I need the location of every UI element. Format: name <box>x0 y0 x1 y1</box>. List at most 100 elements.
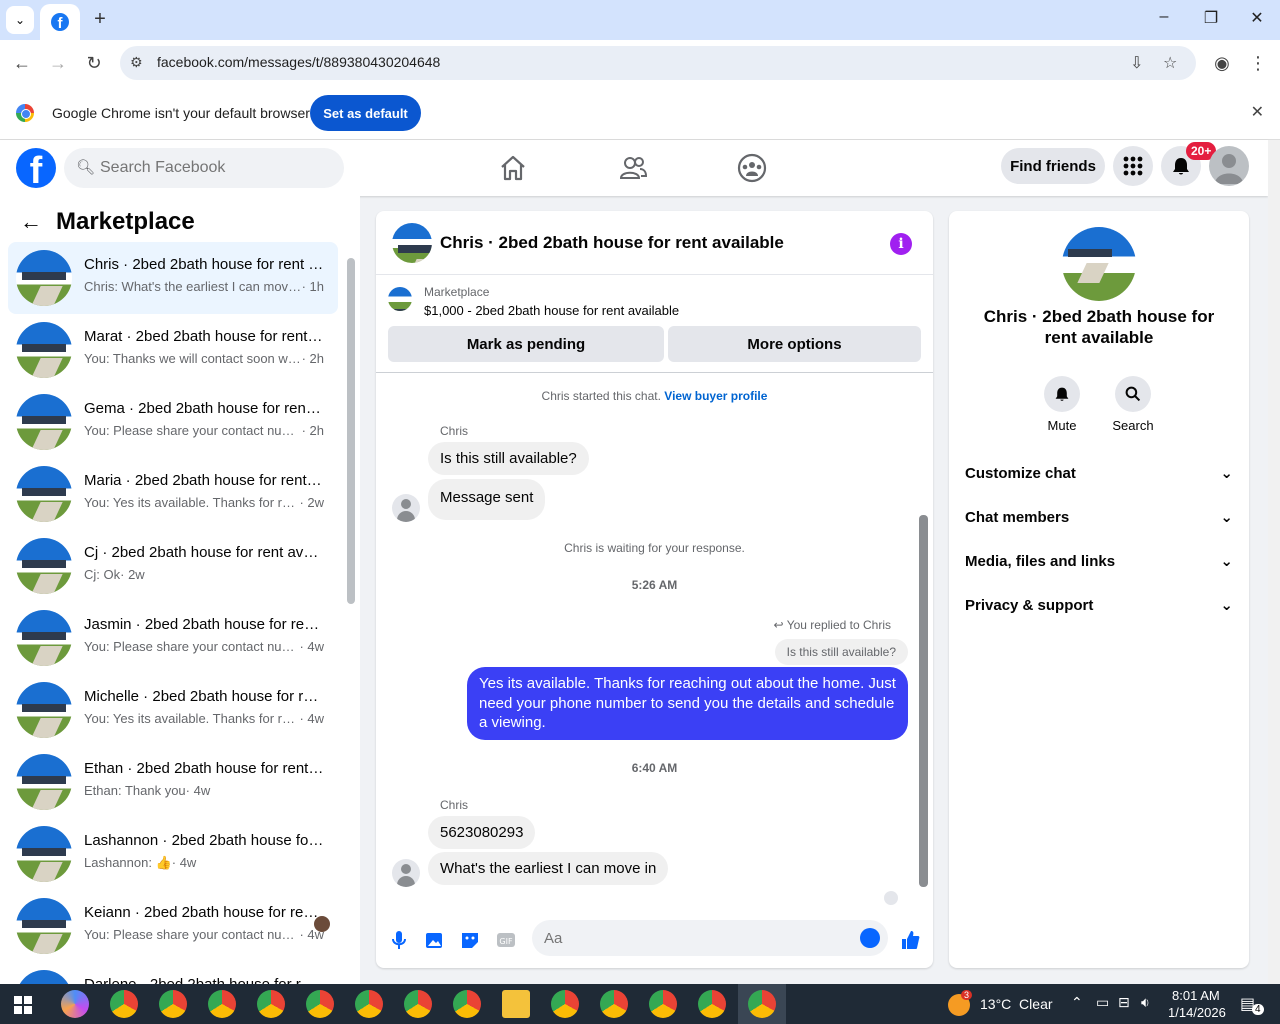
conversation-snippet: Cj: Ok · 2w <box>84 567 145 582</box>
conversation-item[interactable]: Keiann · 2bed 2bath house for rent avail… <box>8 890 338 962</box>
sticker-icon[interactable] <box>459 929 481 951</box>
chevron-up-icon[interactable]: ⌃ <box>1071 994 1083 1011</box>
conversation-item[interactable]: Marat · 2bed 2bath house for rent availa… <box>8 314 338 386</box>
message-bubble[interactable]: What's the earliest I can move in <box>428 852 669 885</box>
windows-start-icon[interactable] <box>14 996 32 1014</box>
thumbs-up-icon[interactable] <box>899 929 921 951</box>
chrome-icon[interactable] <box>159 990 187 1018</box>
chat-members-row[interactable]: Chat members ⌄ <box>965 495 1233 539</box>
new-tab-button[interactable]: + <box>88 8 112 32</box>
gif-icon[interactable]: GIF <box>495 929 517 951</box>
close-icon[interactable]: ✕ <box>1251 102 1264 122</box>
mute-button[interactable]: Mute <box>1032 376 1092 433</box>
minimize-icon[interactable]: – <box>1152 8 1176 26</box>
menu-kebab-icon[interactable]: ⋮ <box>1247 52 1269 74</box>
volume-icon[interactable]: 🔉︎ <box>1141 994 1150 1011</box>
restore-icon[interactable]: ❐ <box>1199 8 1223 28</box>
customize-chat-row[interactable]: Customize chat ⌄ <box>965 451 1233 495</box>
chrome-icon[interactable] <box>698 990 726 1018</box>
page-scrollbar[interactable] <box>1268 140 1280 984</box>
back-icon[interactable]: ← <box>11 52 33 74</box>
facebook-logo[interactable]: f <box>16 148 56 188</box>
search-input[interactable] <box>100 156 330 180</box>
sidebar-scrollbar[interactable] <box>347 258 355 604</box>
tab-facebook[interactable]: f <box>40 4 80 40</box>
network-icon[interactable]: ▭ <box>1096 994 1109 1011</box>
url-text[interactable]: facebook.com/messages/t/889380430204648 <box>157 54 440 70</box>
back-arrow-icon[interactable]: ← <box>20 209 42 235</box>
browser-toolbar: ← → ↻ ⚙ facebook.com/messages/t/88938043… <box>0 40 1280 86</box>
outgoing-message-bubble[interactable]: Yes its available. Thanks for reaching o… <box>467 667 908 740</box>
tab-search-button[interactable]: ⌄ <box>6 6 34 34</box>
chrome-icon[interactable] <box>453 990 481 1018</box>
conversation-title: Maria · 2bed 2bath house for rent availa… <box>84 472 324 489</box>
chrome-icon[interactable] <box>551 990 579 1018</box>
display-icon[interactable]: ⊟ <box>1118 994 1130 1011</box>
copilot-icon[interactable] <box>61 990 89 1018</box>
chat-title[interactable]: Chris · 2bed 2bath house for rent availa… <box>440 233 784 253</box>
info-icon[interactable]: i <box>890 233 912 255</box>
conversation-item[interactable]: Cj · 2bed 2bath house for rent available… <box>8 530 338 602</box>
chrome-icon[interactable] <box>110 990 138 1018</box>
reload-icon[interactable]: ↻ <box>83 52 105 74</box>
listing-price[interactable]: $1,000 - 2bed 2bath house for rent avail… <box>424 303 679 318</box>
chrome-icon[interactable] <box>404 990 432 1018</box>
conversation-item[interactable]: Michelle · 2bed 2bath house for rent ava… <box>8 674 338 746</box>
chrome-icon[interactable] <box>649 990 677 1018</box>
address-bar[interactable]: ⚙ facebook.com/messages/t/88938043020464… <box>120 46 1196 80</box>
mark-pending-button[interactable]: Mark as pending <box>388 326 664 362</box>
facebook-search[interactable]: 🔍︎ <box>64 148 344 188</box>
message-bubble[interactable]: Message sent <box>428 479 546 520</box>
windows-taskbar: 3 13°C Clear ⌃ ▭ ⊟ 🔉︎ 8:01 AM 1/14/2026 … <box>0 984 1280 1024</box>
account-avatar[interactable] <box>1209 146 1249 186</box>
weather-text[interactable]: 13°C Clear <box>980 996 1053 1012</box>
conversation-item[interactable]: Ethan · 2bed 2bath house for rent availa… <box>8 746 338 818</box>
conversation-item[interactable]: Darlene · 2bed 2bath house for rent avai… <box>8 962 338 984</box>
search-icon <box>1125 386 1141 402</box>
home-icon[interactable] <box>497 152 529 184</box>
photo-icon[interactable] <box>423 929 445 951</box>
conversation-item[interactable]: Lashannon · 2bed 2bath house for rent av… <box>8 818 338 890</box>
chat-scrollbar[interactable] <box>919 515 928 887</box>
conversation-item[interactable]: Jasmin · 2bed 2bath house for rent avail… <box>8 602 338 674</box>
privacy-support-row[interactable]: Privacy & support ⌄ <box>965 583 1233 627</box>
more-options-button[interactable]: More options <box>668 326 921 362</box>
bookmark-star-icon[interactable]: ☆ <box>1163 53 1177 73</box>
conversation-item[interactable]: Gema · 2bed 2bath house for rent availab… <box>8 386 338 458</box>
menu-button[interactable] <box>1113 146 1153 186</box>
set-default-button[interactable]: Set as default <box>310 95 421 131</box>
conversation-item[interactable]: Maria · 2bed 2bath house for rent availa… <box>8 458 338 530</box>
chrome-icon[interactable] <box>355 990 383 1018</box>
info-title: Chris · 2bed 2bath house for rent availa… <box>983 307 1215 348</box>
chat-listing-avatar[interactable] <box>392 223 432 263</box>
quoted-message[interactable]: Is this still available? <box>774 639 908 665</box>
message-bubble[interactable]: Is this still available? <box>428 442 589 475</box>
clock-time[interactable]: 8:01 AM <box>1172 988 1220 1003</box>
conversation-item[interactable]: Chris · 2bed 2bath house for rent availa… <box>8 242 338 314</box>
microphone-icon[interactable] <box>388 929 410 951</box>
message-input[interactable] <box>532 920 888 956</box>
listing-thumbnail[interactable] <box>388 287 412 311</box>
close-window-icon[interactable]: ✕ <box>1245 8 1269 28</box>
chrome-icon[interactable] <box>748 990 776 1018</box>
clock-date[interactable]: 1/14/2026 <box>1168 1005 1226 1020</box>
chrome-icon[interactable] <box>600 990 628 1018</box>
conversation-snippet: Ethan: Thank you · 4w <box>84 783 211 798</box>
media-files-links-row[interactable]: Media, files and links ⌄ <box>965 539 1233 583</box>
message-bubble[interactable]: 5623080293 <box>428 816 536 849</box>
view-buyer-profile-link[interactable]: View buyer profile <box>664 389 767 403</box>
install-app-icon[interactable]: ⇩ <box>1130 53 1143 73</box>
listing-avatar-large[interactable] <box>1062 227 1136 301</box>
chrome-icon[interactable] <box>257 990 285 1018</box>
chrome-icon[interactable] <box>208 990 236 1018</box>
friends-icon[interactable] <box>617 152 649 184</box>
chrome-icon[interactable] <box>306 990 334 1018</box>
emoji-icon[interactable] <box>860 928 880 948</box>
search-conversation-button[interactable]: Search <box>1103 376 1163 433</box>
find-friends-button[interactable]: Find friends <box>1001 148 1105 184</box>
site-info-icon[interactable]: ⚙ <box>130 54 143 71</box>
file-explorer-icon[interactable] <box>502 990 530 1018</box>
groups-icon[interactable] <box>736 152 768 184</box>
profile-icon[interactable]: ◉ <box>1211 52 1233 74</box>
forward-icon[interactable]: → <box>47 52 69 74</box>
